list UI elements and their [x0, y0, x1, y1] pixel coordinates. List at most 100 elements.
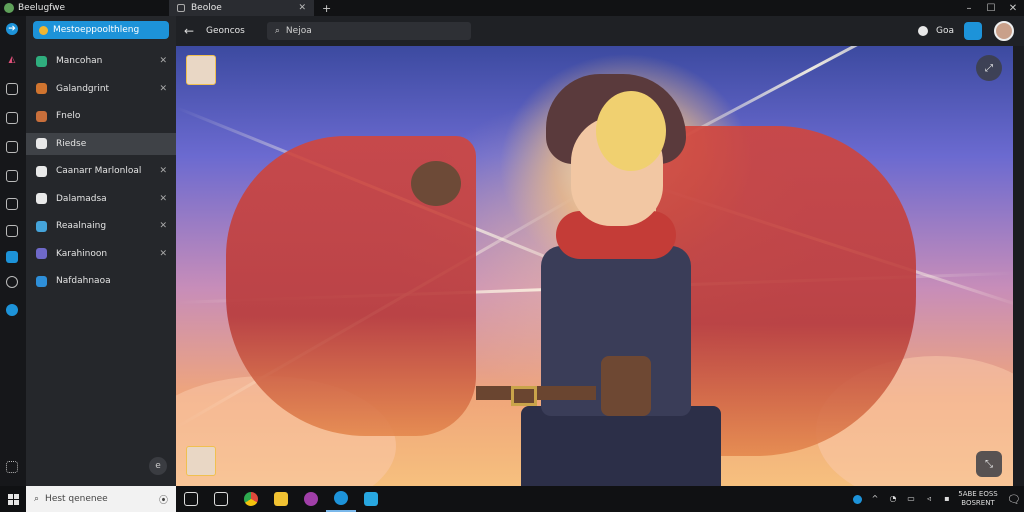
- search-icon: ⌕: [274, 26, 280, 36]
- edge-taskbar-icon[interactable]: [326, 486, 356, 512]
- sidebar-item-icon: [36, 55, 47, 67]
- tab-active[interactable]: Beoloe ✕: [169, 0, 314, 16]
- settings-icon[interactable]: [6, 276, 18, 288]
- sidebar-item-label: Riedse: [56, 138, 87, 149]
- sidebar-item-label: Karahinoon: [56, 248, 108, 259]
- folder-icon[interactable]: [6, 141, 18, 153]
- new-tab-button[interactable]: +: [322, 2, 331, 15]
- language-icon[interactable]: ▪: [941, 494, 953, 504]
- sidebar-item-label: Caanarr Marlonloal: [56, 166, 142, 176]
- tab-title: Beoloe: [191, 3, 222, 13]
- hero-glove-left: [411, 161, 461, 206]
- close-icon[interactable]: ✕: [159, 221, 167, 231]
- hero-pouch: [601, 356, 651, 416]
- explorer-icon[interactable]: [206, 486, 236, 512]
- wifi-icon[interactable]: ◔: [887, 494, 899, 504]
- network-status-icon[interactable]: [853, 494, 862, 504]
- hero-fist-raised: [596, 91, 666, 171]
- tab-close-icon[interactable]: ✕: [298, 3, 306, 13]
- system-tray: ^ ◔ ▭ ◃ ▪ 5ABE EOSS BOSRENT 🗨: [853, 490, 1024, 508]
- paint-icon[interactable]: ◭: [6, 54, 18, 66]
- sidebar-item[interactable]: Karahinoon ✕: [26, 243, 176, 265]
- close-window-button[interactable]: ✕: [1002, 3, 1024, 14]
- sidebar-top-button[interactable]: Mestoeppoolthleng: [33, 21, 169, 39]
- emoji-app-icon[interactable]: [266, 486, 296, 512]
- sidebar-item-icon: [36, 248, 47, 259]
- keyboard-icon[interactable]: [6, 461, 18, 473]
- overlay-avatar-top[interactable]: [186, 55, 216, 85]
- sidebar-item[interactable]: Riedse: [26, 132, 176, 155]
- image-viewer[interactable]: ⤢ ⤡: [176, 46, 1013, 486]
- avatar[interactable]: [994, 21, 1014, 41]
- media-app-icon[interactable]: [296, 486, 326, 512]
- sidebar-item-label: Galandgrint: [56, 83, 110, 94]
- share-button[interactable]: [964, 22, 982, 40]
- chrome-icon[interactable]: [236, 486, 266, 512]
- taskview-icon[interactable]: [176, 486, 206, 512]
- toggle-icon[interactable]: [918, 26, 928, 36]
- store-icon[interactable]: [6, 251, 18, 263]
- sidebar-item-icon: [36, 275, 47, 287]
- clock[interactable]: 5ABE EOSS BOSRENT: [956, 490, 1000, 508]
- search-input[interactable]: ⌕ Nejoa: [266, 22, 471, 40]
- battery-icon[interactable]: ▭: [905, 494, 917, 504]
- sidebar-item[interactable]: Galandgrint ✕: [26, 78, 176, 100]
- mic-icon[interactable]: ⦿: [159, 493, 168, 506]
- close-icon[interactable]: ✕: [159, 194, 167, 204]
- sidebar-item-icon: [36, 110, 47, 122]
- start-button[interactable]: [0, 493, 26, 505]
- tab-page-icon: [177, 4, 185, 12]
- sidebar-item[interactable]: Dalamadsa ✕: [26, 188, 176, 210]
- bookmark-icon[interactable]: [6, 112, 18, 124]
- home-icon[interactable]: ➔: [6, 23, 18, 35]
- toolbar-label[interactable]: Goa: [936, 26, 954, 36]
- overlay-avatar-bottom[interactable]: [186, 446, 216, 476]
- close-icon[interactable]: ✕: [159, 56, 167, 66]
- sidebar-item-label: Fnelo: [56, 111, 81, 121]
- taskbar-search[interactable]: ⌕ Hest qenenee ⦿: [26, 486, 176, 512]
- breadcrumb[interactable]: Geoncos: [206, 26, 245, 36]
- chat-icon[interactable]: [6, 170, 18, 182]
- taskbar: ⌕ Hest qenenee ⦿ ^ ◔ ▭ ◃ ▪ 5ABE EOSS BOS…: [0, 486, 1024, 512]
- sidebar-item[interactable]: Fnelo: [26, 105, 176, 127]
- notification-icon[interactable]: 🗨: [1004, 493, 1024, 506]
- chevron-up-icon[interactable]: ^: [869, 494, 881, 504]
- title-bar: Beelugfwe Beoloe ✕ + – ☐ ✕: [0, 0, 1024, 16]
- app-logo-icon: [4, 3, 14, 13]
- store-taskbar-icon[interactable]: [356, 486, 386, 512]
- sidebar-item-label: Reaalnaing: [56, 221, 107, 231]
- sidebar-item-label: Dalamadsa: [56, 193, 107, 204]
- scrollbar[interactable]: [1013, 46, 1024, 486]
- sidebar-item-icon: [36, 83, 47, 94]
- sidebar-item-icon: [36, 220, 47, 232]
- close-icon[interactable]: ✕: [159, 84, 167, 94]
- sidebar-item[interactable]: Caanarr Marlonloal ✕: [26, 160, 176, 182]
- toolbar: ← Geoncos ⌕ Nejoa Goa: [176, 16, 1024, 46]
- resize-button[interactable]: ⤡: [976, 451, 1002, 477]
- sidebar-bottom-button[interactable]: e: [149, 457, 167, 475]
- clock-date: BOSRENT: [961, 499, 995, 507]
- image-icon[interactable]: [6, 83, 18, 95]
- window-controls: – ☐ ✕: [958, 3, 1024, 14]
- close-icon[interactable]: ✕: [159, 166, 167, 176]
- document-icon[interactable]: [6, 198, 18, 210]
- toolbar-right: Goa: [918, 21, 1014, 41]
- close-icon[interactable]: ✕: [159, 249, 167, 259]
- hero-buckle: [511, 386, 537, 406]
- copy-icon[interactable]: [6, 225, 18, 237]
- left-icon-rail: ➔ ◭: [0, 16, 26, 486]
- sidebar-item[interactable]: Nafdahnaoa: [26, 270, 176, 292]
- search-icon: ⌕: [34, 494, 40, 504]
- hero-legs: [521, 406, 721, 486]
- sidebar-item-icon: [36, 193, 47, 204]
- sidebar-item-label: Mancohan: [56, 56, 103, 66]
- back-button[interactable]: ←: [184, 24, 198, 38]
- volume-icon[interactable]: ◃: [923, 494, 935, 504]
- sidebar-item-label: Nafdahnaoa: [56, 276, 111, 286]
- minimize-button[interactable]: –: [958, 3, 980, 14]
- maximize-button[interactable]: ☐: [980, 3, 1002, 14]
- sidebar-item[interactable]: Mancohan ✕: [26, 50, 176, 72]
- sidebar-item[interactable]: Reaalnaing ✕: [26, 215, 176, 237]
- edge-icon[interactable]: [6, 304, 18, 316]
- fullscreen-button[interactable]: ⤢: [976, 55, 1002, 81]
